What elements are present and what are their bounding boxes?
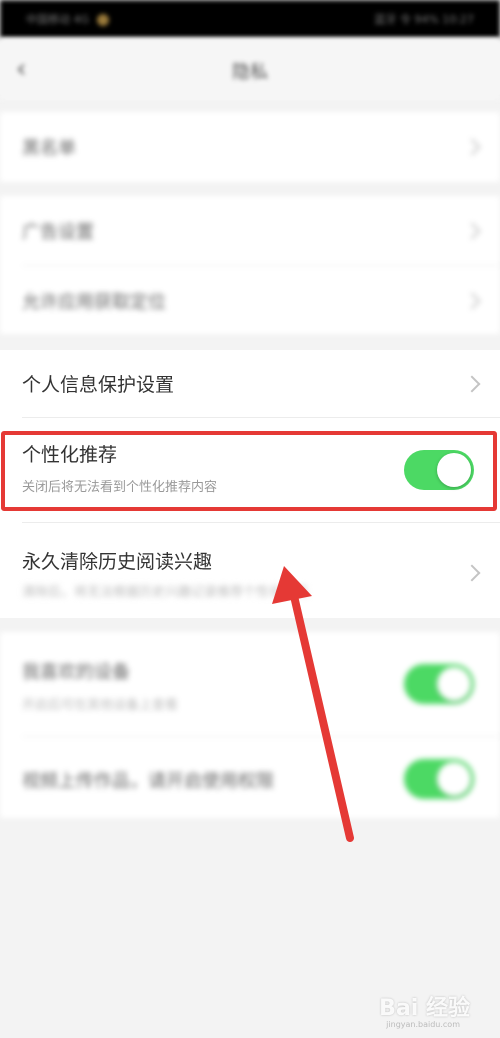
arrow-shaft bbox=[290, 592, 354, 842]
annotation-arrow bbox=[272, 566, 354, 842]
arrow-head bbox=[272, 566, 312, 604]
watermark: Bai 经验 bbox=[379, 996, 470, 1021]
watermark-sub: jingyan.baidu.com bbox=[386, 1020, 460, 1029]
